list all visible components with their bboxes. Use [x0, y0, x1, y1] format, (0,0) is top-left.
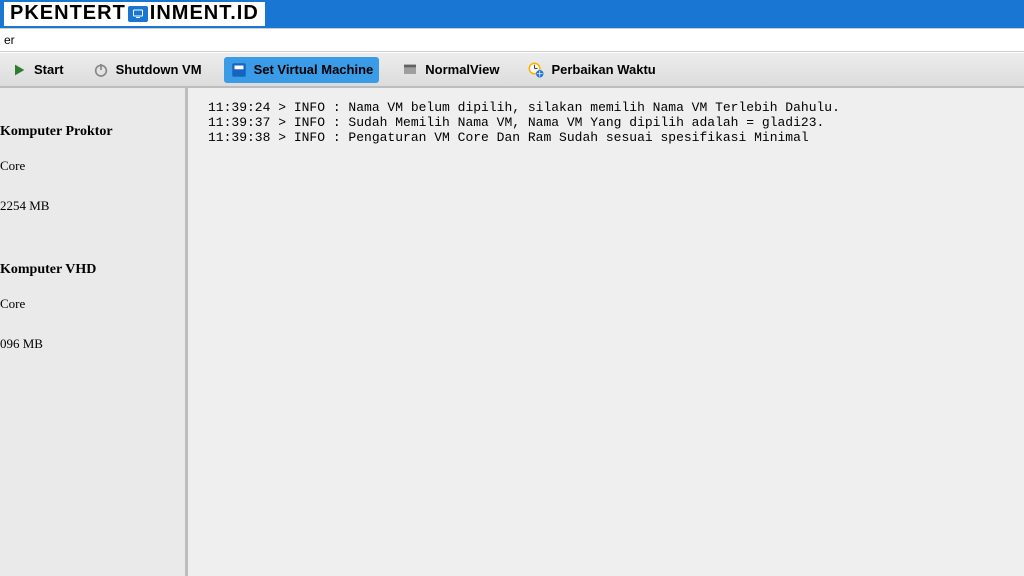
normal-view-button[interactable]: NormalView — [395, 57, 505, 83]
vhd-ram: 096 MB — [0, 336, 183, 352]
brand-badge-icon — [128, 6, 148, 22]
brand-text-left: PKENTERT — [10, 2, 126, 25]
set-vm-button[interactable]: Set Virtual Machine — [224, 57, 380, 83]
vhd-core: Core — [0, 296, 183, 312]
vm-box-icon — [230, 61, 248, 79]
proktor-core: Core — [0, 158, 183, 174]
vhd-title: Komputer VHD — [0, 262, 183, 278]
window-icon — [401, 61, 419, 79]
main-body: Komputer Proktor Core 2254 MB Komputer V… — [0, 88, 1024, 576]
log-line: 11:39:37 > INFO : Sudah Memilih Nama VM,… — [208, 115, 1008, 130]
play-icon — [10, 61, 28, 79]
log-line: 11:39:24 > INFO : Nama VM belum dipilih,… — [208, 100, 1008, 115]
sidebar: Komputer Proktor Core 2254 MB Komputer V… — [0, 88, 188, 576]
proktor-ram: 2254 MB — [0, 198, 183, 214]
log-pane: 11:39:24 > INFO : Nama VM belum dipilih,… — [188, 88, 1024, 576]
perbaikan-waktu-label: Perbaikan Waktu — [551, 62, 655, 77]
toolbar: Start Shutdown VM Set Virtual Machine No… — [0, 52, 1024, 88]
start-label: Start — [34, 62, 64, 77]
clock-gear-icon — [527, 61, 545, 79]
shutdown-label: Shutdown VM — [116, 62, 202, 77]
proktor-title: Komputer Proktor — [0, 124, 183, 140]
power-icon — [92, 61, 110, 79]
window-titlebar: PKENTERT INMENT.ID — [0, 0, 1024, 28]
filter-row — [0, 28, 1024, 52]
brand-text-right: INMENT.ID — [150, 2, 259, 25]
log-line: 11:39:38 > INFO : Pengaturan VM Core Dan… — [208, 130, 1008, 145]
filter-input[interactable] — [0, 29, 1024, 51]
shutdown-button[interactable]: Shutdown VM — [86, 57, 208, 83]
set-vm-label: Set Virtual Machine — [254, 62, 374, 77]
sidebar-spacer — [0, 238, 183, 262]
normal-view-label: NormalView — [425, 62, 499, 77]
perbaikan-waktu-button[interactable]: Perbaikan Waktu — [521, 57, 661, 83]
start-button[interactable]: Start — [4, 57, 70, 83]
brand-watermark: PKENTERT INMENT.ID — [4, 2, 265, 26]
